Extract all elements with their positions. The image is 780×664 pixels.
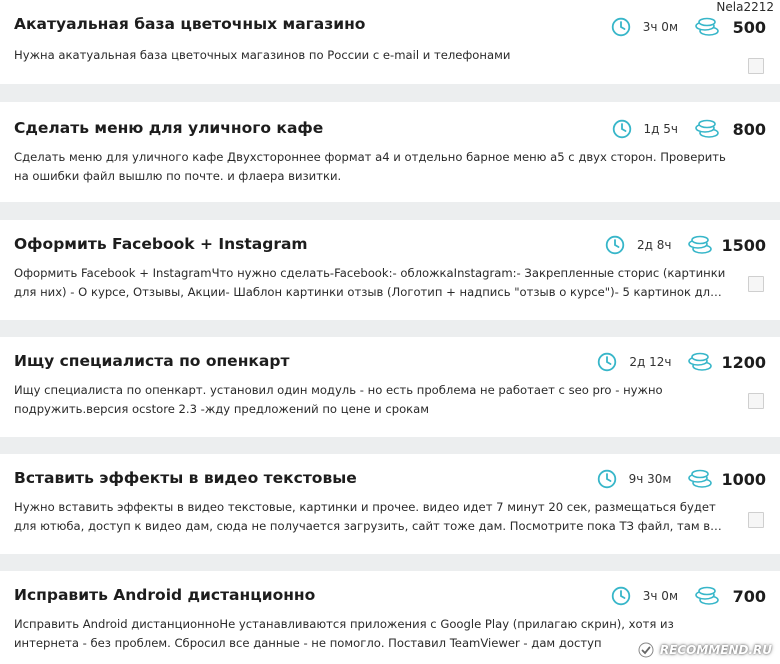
task-card[interactable]: Вставить эффекты в видео текстовые 9ч 30… [0, 454, 780, 554]
task-title[interactable]: Вставить эффекты в видео текстовые [14, 469, 357, 487]
clock-icon [611, 17, 630, 37]
task-meta: 3ч 0м 700 [611, 583, 766, 609]
task-price: 1500 [721, 235, 766, 255]
watermark-text: RECOMMEND.RU [659, 643, 772, 657]
task-meta: 9ч 30м 1000 [597, 466, 766, 492]
coins-icon [688, 469, 713, 488]
task-time: 2д 8ч [636, 238, 672, 252]
coins-icon [695, 17, 719, 36]
coins-icon [688, 352, 713, 371]
task-price: 1200 [721, 352, 766, 372]
task-title[interactable]: Ищу специалиста по опенкарт [14, 352, 289, 370]
task-card[interactable]: Акатуальная база цветочных магазино 3ч 0… [0, 0, 780, 84]
coins-icon [695, 586, 719, 605]
task-checkbox[interactable] [748, 58, 764, 74]
task-description: Исправить Android дистанционноНе устанав… [14, 617, 674, 650]
task-meta: 3ч 0м 500 [611, 14, 766, 40]
clock-icon [605, 235, 625, 255]
coins-icon [688, 235, 713, 254]
task-card[interactable]: Сделать меню для уличного кафе 1д 5ч 800… [0, 102, 780, 202]
task-price: 500 [732, 17, 766, 37]
task-time: 3ч 0м [642, 20, 678, 34]
task-title[interactable]: Оформить Facebook + Instagram [14, 235, 308, 253]
task-time: 3ч 0м [642, 589, 678, 603]
recommend-logo-icon [638, 642, 654, 658]
task-price: 700 [732, 586, 766, 606]
clock-icon [598, 352, 617, 372]
watermark: RECOMMEND.RU [638, 642, 772, 658]
task-time: 2д 12ч [629, 355, 672, 369]
task-card[interactable]: Оформить Facebook + Instagram 2д 8ч 1500… [0, 220, 780, 320]
task-description: Ищу специалиста по опенкарт. установил о… [14, 383, 663, 416]
task-title[interactable]: Исправить Android дистанционно [14, 586, 315, 604]
task-meta: 1д 5ч 800 [612, 116, 766, 142]
task-checkbox[interactable] [748, 512, 764, 528]
task-meta: 2д 8ч 1500 [605, 232, 766, 258]
task-description: Сделать меню для уличного кафе Двухсторо… [14, 150, 726, 183]
task-price: 800 [732, 119, 766, 139]
task-description: Оформить Facebook + InstagramЧто нужно с… [14, 266, 726, 299]
task-price: 1000 [721, 469, 766, 489]
task-time: 1д 5ч [643, 122, 678, 136]
task-title[interactable]: Сделать меню для уличного кафе [14, 119, 323, 137]
task-description: Нужна акатуальная база цветочных магазин… [14, 48, 511, 62]
username-label: Nela2212 [716, 0, 774, 14]
task-checkbox[interactable] [748, 393, 764, 409]
task-card[interactable]: Ищу специалиста по опенкарт 2д 12ч 1200 … [0, 337, 780, 437]
task-description: Нужно вставить эффекты в видео текстовые… [14, 500, 724, 533]
task-title[interactable]: Акатуальная база цветочных магазино [14, 15, 365, 33]
clock-icon [597, 469, 616, 489]
task-checkbox[interactable] [748, 276, 764, 292]
task-time: 9ч 30м [628, 472, 672, 486]
task-meta: 2д 12ч 1200 [597, 349, 766, 375]
clock-icon [612, 119, 631, 139]
coins-icon [695, 119, 719, 138]
clock-icon [611, 586, 630, 606]
